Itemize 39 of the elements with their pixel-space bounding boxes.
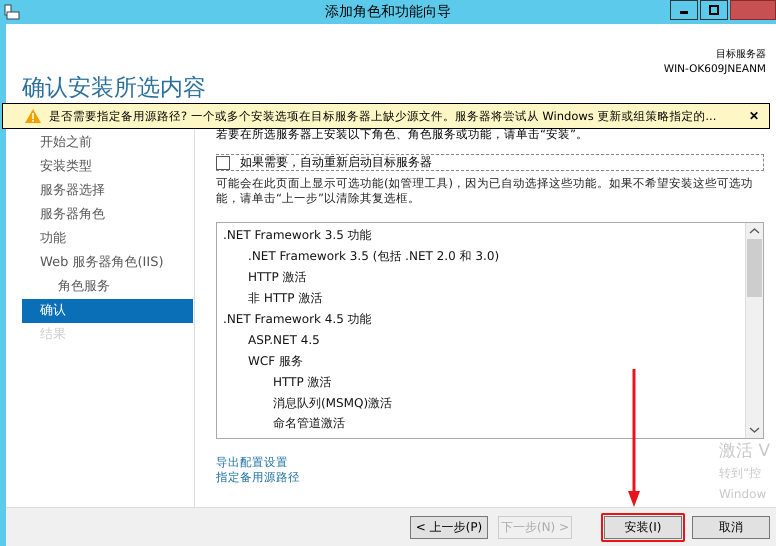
sidebar-item[interactable]: 服务器角色: [22, 203, 193, 227]
link[interactable]: 导出配置设置: [216, 455, 288, 470]
sidebar-item[interactable]: 服务器选择: [22, 179, 193, 203]
maximize-icon: [709, 5, 719, 15]
feature-item: HTTP 激活: [247, 269, 308, 286]
minimize-button[interactable]: [670, 0, 698, 20]
target-server-name: WIN-OK609JNEANM: [664, 62, 766, 76]
warning-text: 是否需要指定备用源路径? 一个或多个安装选项在目标服务器上缺少源文件。服务器将尝试从 Windows 更新或组策略指定的...: [49, 108, 718, 124]
wizard-button[interactable]: < 上一步(P): [410, 516, 488, 538]
feature-item: .NET Framework 3.5 功能: [223, 227, 373, 244]
dismiss-button[interactable]: ✕: [745, 109, 763, 123]
page-title: 确认安装所选内容: [22, 74, 206, 102]
sidebar-item[interactable]: Web 服务器角色(IIS): [22, 251, 193, 275]
scroll-thumb[interactable]: [747, 239, 762, 297]
maximize-button[interactable]: [700, 0, 728, 20]
feature-item: 消息队列(MSMQ)激活: [272, 394, 394, 412]
sidebar-item[interactable]: 安装类型: [22, 155, 193, 179]
feature-item: HTTP 激活: [272, 374, 333, 391]
window-title: 添加角色和功能向导: [325, 3, 451, 21]
sidebar-item[interactable]: 角色服务: [22, 275, 193, 299]
feature-item: WCF 服务: [247, 353, 304, 370]
wizard-button[interactable]: 安装(I): [604, 516, 682, 538]
warning-icon: [25, 109, 41, 123]
restart-checkbox[interactable]: [216, 156, 230, 170]
note-text: 可能会在此页面上显示可选功能(如管理工具)，因为已自动选择这些功能。如果不希望安装这些可选功能，请单击“上一步”以清除其复选框。: [216, 176, 754, 206]
link[interactable]: 指定备用源路径: [216, 470, 300, 485]
target-server-label: 目标服务器: [716, 48, 766, 62]
feature-item: .NET Framework 4.5 功能: [223, 311, 373, 328]
feature-item: .NET Framework 3.5 (包括 .NET 2.0 和 3.0): [247, 248, 500, 265]
sidebar-item[interactable]: 功能: [22, 227, 193, 251]
sidebar-item[interactable]: 确认: [22, 299, 193, 323]
feature-item: 命名管道激活: [272, 415, 346, 432]
feature-item: 非 HTTP 激活: [247, 290, 324, 307]
scrollbar[interactable]: [745, 223, 763, 438]
instruction-text: 若要在所选服务器上安装以下角色、角色服务或功能，请单击“安装”。: [216, 127, 589, 142]
wizard-button[interactable]: 取消: [692, 516, 770, 538]
feature-item: ASP.NET 4.5: [247, 332, 321, 349]
server-icon: [4, 4, 20, 20]
sidebar-item[interactable]: 开始之前: [22, 131, 193, 155]
